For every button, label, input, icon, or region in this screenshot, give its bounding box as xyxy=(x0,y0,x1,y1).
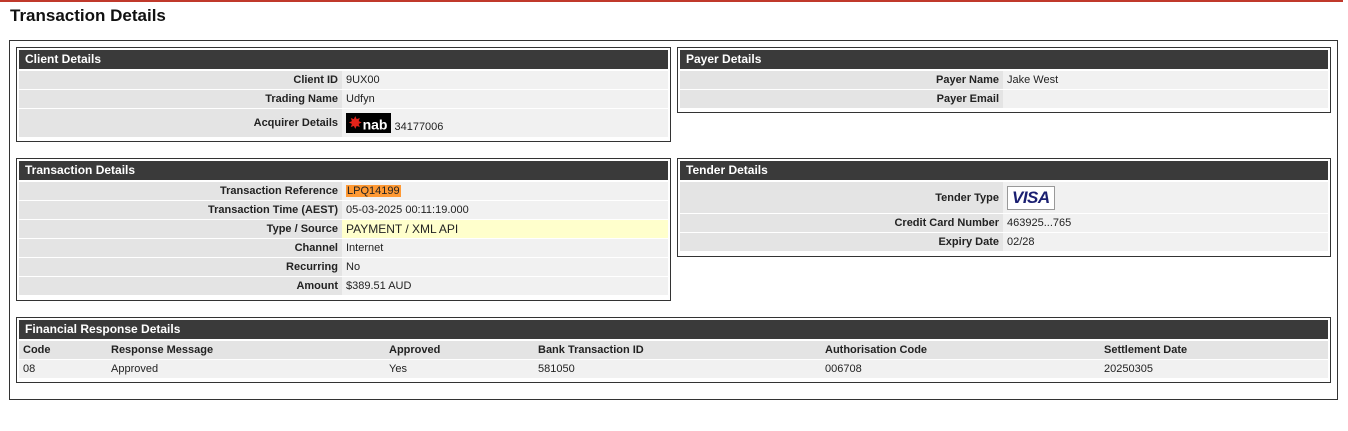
nab-logo-text: nab xyxy=(362,116,388,133)
type-source-label: Type / Source xyxy=(19,220,342,238)
channel-value: Internet xyxy=(342,239,668,257)
tender-details-table: Tender Type VISA Credit Card Number 4639… xyxy=(680,181,1328,252)
financial-response-table: Code Response Message Approved Bank Tran… xyxy=(19,340,1328,379)
cell-code: 08 xyxy=(19,360,107,378)
transaction-reference-label: Transaction Reference xyxy=(19,182,342,200)
expiry-date-label: Expiry Date xyxy=(680,233,1003,251)
tender-type-row: Tender Type VISA xyxy=(680,182,1328,213)
payer-details-table: Payer Name Jake West Payer Email xyxy=(680,70,1328,109)
recurring-row: Recurring No xyxy=(19,258,668,276)
channel-label: Channel xyxy=(19,239,342,257)
transaction-reference-text[interactable]: LPQ14199 xyxy=(346,185,401,197)
column-header-approved: Approved xyxy=(385,341,534,359)
client-id-row: Client ID 9UX00 xyxy=(19,71,668,89)
column-header-settlement-date: Settlement Date xyxy=(1100,341,1328,359)
transaction-time-label: Transaction Time (AEST) xyxy=(19,201,342,219)
page-title: Transaction Details xyxy=(10,6,166,25)
client-details-header: Client Details xyxy=(19,50,668,69)
payer-name-label: Payer Name xyxy=(680,71,1003,89)
amount-value: $389.51 AUD xyxy=(342,277,668,295)
client-details-table: Client ID 9UX00 Trading Name Udfyn Acqui… xyxy=(19,70,668,138)
financial-response-panel: Financial Response Details Code Response… xyxy=(16,317,1331,383)
credit-card-number-row: Credit Card Number 463925...765 xyxy=(680,214,1328,232)
tender-type-value: VISA xyxy=(1003,182,1328,213)
client-details-panel: Client Details Client ID 9UX00 Trading N… xyxy=(16,47,671,142)
acquirer-number: 34177006 xyxy=(394,120,444,133)
table-row: 08 Approved Yes 581050 006708 20250305 xyxy=(19,360,1328,378)
payer-email-label: Payer Email xyxy=(680,90,1003,108)
credit-card-number-label: Credit Card Number xyxy=(680,214,1003,232)
transaction-details-header: Transaction Details xyxy=(19,161,668,180)
trading-name-label: Trading Name xyxy=(19,90,342,108)
payer-email-value xyxy=(1003,90,1328,108)
tender-type-label: Tender Type xyxy=(680,182,1003,213)
payer-name-value: Jake West xyxy=(1003,71,1328,89)
amount-label: Amount xyxy=(19,277,342,295)
column-header-bank-transaction-id: Bank Transaction ID xyxy=(534,341,821,359)
column-header-code: Code xyxy=(19,341,107,359)
transaction-details-table: Transaction Reference LPQ14199 Transacti… xyxy=(19,181,668,296)
trading-name-value: Udfyn xyxy=(342,90,668,108)
column-header-authorisation-code: Authorisation Code xyxy=(821,341,1100,359)
client-id-value: 9UX00 xyxy=(342,71,668,89)
cell-settlement-date: 20250305 xyxy=(1100,360,1328,378)
column-header-response-message: Response Message xyxy=(107,341,385,359)
trading-name-row: Trading Name Udfyn xyxy=(19,90,668,108)
client-id-label: Client ID xyxy=(19,71,342,89)
cell-response-message: Approved xyxy=(107,360,385,378)
payer-details-panel: Payer Details Payer Name Jake West Payer… xyxy=(677,47,1331,113)
type-source-value: PAYMENT / XML API xyxy=(342,220,668,238)
expiry-date-value: 02/28 xyxy=(1003,233,1328,251)
payer-name-row: Payer Name Jake West xyxy=(680,71,1328,89)
tender-details-panel: Tender Details Tender Type VISA Credit C… xyxy=(677,158,1331,257)
type-source-row: Type / Source PAYMENT / XML API xyxy=(19,220,668,238)
cell-authorisation-code: 006708 xyxy=(821,360,1100,378)
transaction-time-value: 05-03-2025 00:11:19.000 xyxy=(342,201,668,219)
financial-response-header: Financial Response Details xyxy=(19,320,1328,339)
acquirer-details-label: Acquirer Details xyxy=(19,109,342,137)
nab-logo-icon: ✸nab xyxy=(346,113,392,133)
tender-details-header: Tender Details xyxy=(680,161,1328,180)
recurring-value: No xyxy=(342,258,668,276)
recurring-label: Recurring xyxy=(19,258,342,276)
channel-row: Channel Internet xyxy=(19,239,668,257)
expiry-date-row: Expiry Date 02/28 xyxy=(680,233,1328,251)
credit-card-number-value: 463925...765 xyxy=(1003,214,1328,232)
transaction-reference-value: LPQ14199 xyxy=(342,182,668,200)
transaction-details-panel: Transaction Details Transaction Referenc… xyxy=(16,158,671,301)
visa-logo-icon: VISA xyxy=(1007,185,1055,210)
transaction-time-row: Transaction Time (AEST) 05-03-2025 00:11… xyxy=(19,201,668,219)
transaction-reference-row: Transaction Reference LPQ14199 xyxy=(19,182,668,200)
acquirer-details-value: ✸nab 34177006 xyxy=(342,109,668,137)
amount-row: Amount $389.51 AUD xyxy=(19,277,668,295)
payer-email-row: Payer Email xyxy=(680,90,1328,108)
top-accent-line xyxy=(0,0,1343,2)
payer-details-header: Payer Details xyxy=(680,50,1328,69)
cell-approved: Yes xyxy=(385,360,534,378)
acquirer-details-row: Acquirer Details ✸nab 34177006 xyxy=(19,109,668,137)
cell-bank-transaction-id: 581050 xyxy=(534,360,821,378)
financial-header-row: Code Response Message Approved Bank Tran… xyxy=(19,341,1328,359)
